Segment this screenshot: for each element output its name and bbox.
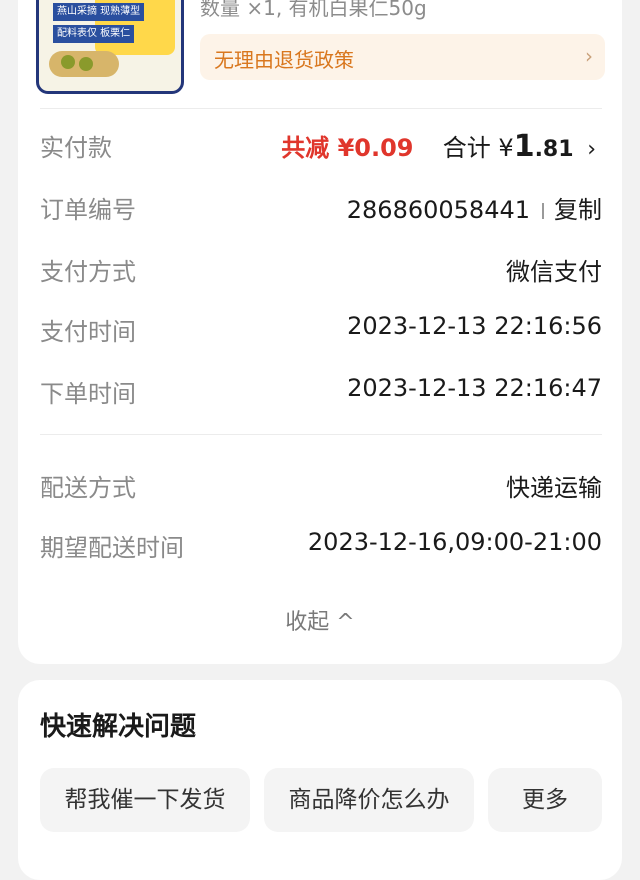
paid-amount-row[interactable]: 实付款 共减 ¥0.09 合计 ¥1.81 › — [40, 122, 602, 164]
payment-method-value: 微信支付 — [506, 258, 602, 286]
copy-button[interactable]: 复制 — [554, 196, 602, 224]
payment-time-row: 支付时间 2023-12-13 22:16:56 — [40, 306, 602, 346]
refund-policy-banner[interactable]: 无理由退货政策 › — [200, 34, 605, 80]
delivery-method-value: 快递运输 — [506, 474, 602, 502]
delivery-method-row: 配送方式 快递运输 — [40, 462, 602, 502]
urge-shipping-chip[interactable]: 帮我催一下发货 — [40, 768, 250, 832]
total-dec: .81 — [534, 137, 574, 162]
price-drop-chip[interactable]: 商品降价怎么办 — [264, 768, 474, 832]
order-number-label: 订单编号 — [40, 196, 136, 224]
nut-image — [79, 57, 93, 71]
delivery-method-label: 配送方式 — [40, 474, 136, 502]
expected-delivery-label: 期望配送时间 — [40, 534, 184, 562]
total-prefix: 合计 ¥ — [442, 134, 514, 162]
order-number-row: 订单编号 286860058441 复制 — [40, 184, 602, 224]
chevron-right-icon: › — [585, 44, 593, 68]
quick-solve-title: 快速解决问题 — [40, 712, 197, 742]
separator — [542, 203, 544, 219]
nut-image — [61, 55, 75, 69]
order-detail-page: 燕山采摘 现熟薄型 配料表仅 板栗仁 数量 ×1, 有机白果仁50g 无理由退货… — [0, 0, 640, 880]
order-number-value-group: 286860058441 复制 — [347, 190, 602, 225]
paid-amount-label: 实付款 — [40, 134, 112, 162]
thumb-tag-top: 燕山采摘 现熟薄型 — [53, 3, 145, 21]
order-time-value: 2023-12-13 22:16:47 — [347, 374, 602, 402]
collapse-toggle[interactable]: 收起 ^ — [0, 604, 640, 636]
divider — [40, 434, 602, 435]
refund-policy-label: 无理由退货政策 — [214, 48, 354, 72]
payment-method-row: 支付方式 微信支付 — [40, 246, 602, 286]
more-chip[interactable]: 更多 — [488, 768, 602, 832]
discount-amount: 共减 ¥0.09 — [281, 134, 414, 162]
thumb-tag-mid: 配料表仅 板栗仁 — [53, 25, 135, 43]
chevron-right-icon: › — [587, 137, 596, 162]
order-time-row: 下单时间 2023-12-13 22:16:47 — [40, 368, 602, 408]
order-time-label: 下单时间 — [40, 380, 136, 408]
payment-method-label: 支付方式 — [40, 258, 136, 286]
divider — [40, 108, 602, 109]
payment-time-label: 支付时间 — [40, 318, 136, 346]
total-int: 1 — [513, 129, 535, 164]
order-number-value: 286860058441 — [346, 196, 530, 224]
expected-delivery-value: 2023-12-16,09:00-21:00 — [307, 528, 602, 556]
expected-delivery-row: 期望配送时间 2023-12-16,09:00-21:00 — [40, 522, 602, 562]
product-quantity-text: 数量 ×1, 有机白果仁50g — [200, 0, 427, 20]
paid-amount-value: 共减 ¥0.09 合计 ¥1.81 › — [281, 128, 596, 164]
payment-time-value: 2023-12-13 22:16:56 — [347, 312, 602, 340]
product-thumbnail[interactable]: 燕山采摘 现熟薄型 配料表仅 板栗仁 — [36, 0, 184, 94]
